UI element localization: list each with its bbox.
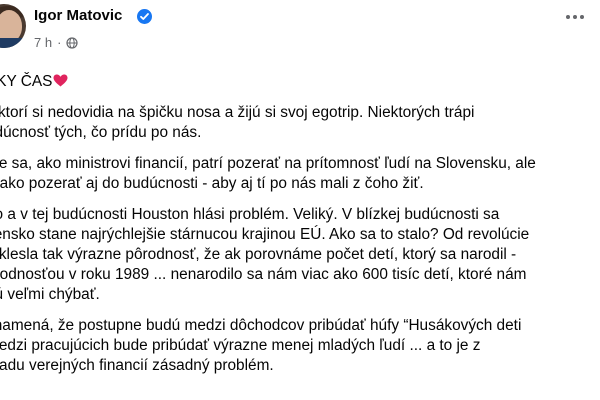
text-line: dú veľmi chýbať. <box>0 286 100 303</box>
text-line: medzi pracujúcich bude pribúdať výrazne … <box>0 337 481 354</box>
globe-icon <box>66 36 79 49</box>
more-options-icon[interactable] <box>558 4 592 30</box>
author-avatar[interactable] <box>0 4 26 48</box>
heart-icon <box>53 73 68 87</box>
text-line: no a v tej budúcnosti Houston hlási prob… <box>0 206 500 223</box>
verified-badge-icon <box>137 9 152 24</box>
paragraph-1: iektorí si nedovidia na špičku nosa a ži… <box>0 103 600 143</box>
paragraph-4: znamená, že postupne budú medzi dôchodco… <box>0 316 600 376</box>
text-line: hľadu verejných financií zásadný problém… <box>0 357 274 374</box>
text-line: vensko stane najrýchlejšie stárnucou kra… <box>0 226 530 243</box>
text-line: me sa, ako ministrovi financií, patrí po… <box>0 155 536 172</box>
text-line: n klesla tak výrazne pôrodnosť, že ak po… <box>0 246 517 263</box>
post-time[interactable]: 7 h <box>34 35 52 50</box>
post-body: SKY ČAS iektorí si nedovidia na špičku n… <box>0 72 600 387</box>
facebook-post: Igor Matovic 7 h · SKY ČAS iektorí si ne… <box>0 0 600 400</box>
text-line: údúcnosť tých, čo prídu po nás. <box>0 124 202 141</box>
text-line: iektorí si nedovidia na špičku nosa a ži… <box>0 104 475 121</box>
meta-separator: · <box>57 35 62 50</box>
text-line: orodnosťou v roku 1989 ... nenarodilo sa… <box>0 266 527 283</box>
text-line: rnako pozerať aj do budúcnosti - aby aj … <box>0 175 424 192</box>
avatar-shirt <box>0 38 26 48</box>
post-meta: 7 h · <box>34 35 79 50</box>
post-title-text: SKY ČAS <box>0 73 53 90</box>
text-line: znamená, že postupne budú medzi dôchodco… <box>0 317 522 334</box>
paragraph-2: me sa, ako ministrovi financií, patrí po… <box>0 154 600 194</box>
paragraph-3: no a v tej budúcnosti Houston hlási prob… <box>0 205 600 305</box>
post-title: SKY ČAS <box>0 72 600 92</box>
author-name[interactable]: Igor Matovic <box>34 7 122 24</box>
